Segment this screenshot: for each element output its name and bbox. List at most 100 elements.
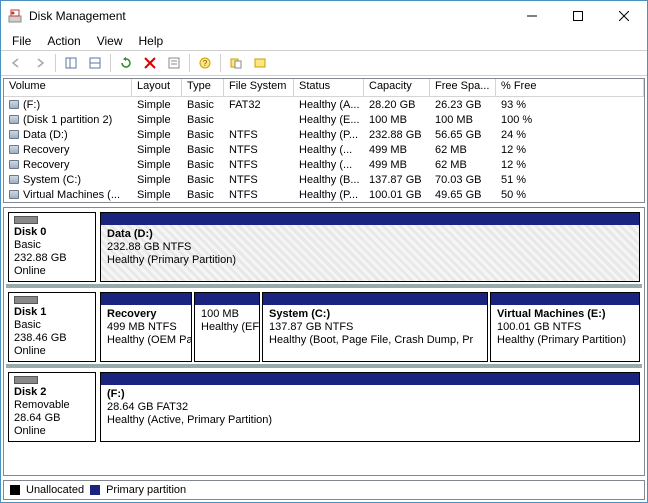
cell-status: Healthy (P... <box>294 187 364 202</box>
partition-name: System (C:) <box>269 308 481 321</box>
disk-label[interactable]: Disk 0Basic232.88 GBOnline <box>8 212 96 282</box>
cell-capacity: 137.87 GB <box>364 172 430 187</box>
cell-free: 26.23 GB <box>430 97 496 112</box>
partition-size: 100.01 GB NTFS <box>497 321 633 334</box>
cell-fs: NTFS <box>224 142 294 157</box>
cell-type: Basic <box>182 127 224 142</box>
cell-fs: NTFS <box>224 172 294 187</box>
disk-status: Online <box>14 265 90 278</box>
partition-body: Data (D:)232.88 GB NTFSHealthy (Primary … <box>101 225 639 281</box>
partition-name: Data (D:) <box>107 228 633 241</box>
partition-status: Healthy (Primary Partition) <box>497 334 633 347</box>
disk-size: 238.46 GB <box>14 332 90 345</box>
volume-icon <box>9 145 19 154</box>
disk-type: Basic <box>14 319 90 332</box>
properties-button[interactable] <box>163 52 185 74</box>
table-row[interactable]: (F:)SimpleBasicFAT32Healthy (A...28.20 G… <box>4 97 644 112</box>
col-pct[interactable]: % Free <box>496 79 644 97</box>
disk-name: Disk 0 <box>14 226 90 239</box>
col-free[interactable]: Free Spa... <box>430 79 496 97</box>
partition-status: Healthy (Active, Primary Partition) <box>107 414 633 427</box>
cell-free: 56.65 GB <box>430 127 496 142</box>
cell-free: 100 MB <box>430 112 496 127</box>
cell-free: 62 MB <box>430 142 496 157</box>
table-row[interactable]: Virtual Machines (...SimpleBasicNTFSHeal… <box>4 187 644 202</box>
cell-status: Healthy (... <box>294 157 364 172</box>
disk-label[interactable]: Disk 1Basic238.46 GBOnline <box>8 292 96 362</box>
volume-name: (F:) <box>23 99 40 111</box>
menu-view[interactable]: View <box>90 33 130 49</box>
toolbar: ? <box>1 50 647 76</box>
action-2-button[interactable] <box>249 52 271 74</box>
col-type[interactable]: Type <box>182 79 224 97</box>
cell-free: 70.03 GB <box>430 172 496 187</box>
menu-action[interactable]: Action <box>40 33 87 49</box>
help-button[interactable]: ? <box>194 52 216 74</box>
table-row[interactable]: (Disk 1 partition 2)SimpleBasicHealthy (… <box>4 112 644 127</box>
volume-name: (Disk 1 partition 2) <box>23 114 112 126</box>
cell-layout: Simple <box>132 157 182 172</box>
partition[interactable]: 100 MBHealthy (EFI Sy <box>194 292 260 362</box>
toolbar-sep <box>220 54 221 72</box>
table-row[interactable]: RecoverySimpleBasicNTFSHealthy (...499 M… <box>4 157 644 172</box>
menu-file[interactable]: File <box>5 33 38 49</box>
partition-status: Healthy (OEM Partit <box>107 334 185 347</box>
refresh-button[interactable] <box>115 52 137 74</box>
toolbar-sep <box>55 54 56 72</box>
partition[interactable]: Data (D:)232.88 GB NTFSHealthy (Primary … <box>100 212 640 282</box>
window-title: Disk Management <box>29 9 509 23</box>
disk-separator[interactable] <box>6 284 642 288</box>
col-volume[interactable]: Volume <box>4 79 132 97</box>
partition-status: Healthy (Boot, Page File, Crash Dump, Pr <box>269 334 481 347</box>
col-status[interactable]: Status <box>294 79 364 97</box>
partition[interactable]: (F:)28.64 GB FAT32Healthy (Active, Prima… <box>100 372 640 442</box>
legend-unallocated-label: Unallocated <box>26 484 84 496</box>
col-capacity[interactable]: Capacity <box>364 79 430 97</box>
cell-pct: 12 % <box>496 142 644 157</box>
partition-size: 28.64 GB FAT32 <box>107 401 633 414</box>
menu-help[interactable]: Help <box>132 33 171 49</box>
table-row[interactable]: Data (D:)SimpleBasicNTFSHealthy (P...232… <box>4 127 644 142</box>
disk-separator[interactable] <box>6 364 642 368</box>
cell-status: Healthy (A... <box>294 97 364 112</box>
volume-icon <box>9 190 19 199</box>
partition-stripe <box>101 293 191 305</box>
disk-size: 232.88 GB <box>14 252 90 265</box>
partition-size: 137.87 GB NTFS <box>269 321 481 334</box>
table-row[interactable]: System (C:)SimpleBasicNTFSHealthy (B...1… <box>4 172 644 187</box>
volume-name: Recovery <box>23 144 69 156</box>
disk-block: Disk 1Basic238.46 GBOnlineRecovery499 MB… <box>8 292 640 362</box>
partition-stripe <box>263 293 487 305</box>
partition[interactable]: System (C:)137.87 GB NTFSHealthy (Boot, … <box>262 292 488 362</box>
maximize-button[interactable] <box>555 1 601 31</box>
svg-text:?: ? <box>203 59 208 68</box>
cell-free: 49.65 GB <box>430 187 496 202</box>
window-root: Disk Management File Action View Help ? … <box>0 0 648 503</box>
minimize-button[interactable] <box>509 1 555 31</box>
delete-button[interactable] <box>139 52 161 74</box>
cell-name: Data (D:) <box>4 127 132 142</box>
volume-name: Data (D:) <box>23 129 68 141</box>
titlebar: Disk Management <box>1 1 647 31</box>
partition[interactable]: Recovery499 MB NTFSHealthy (OEM Partit <box>100 292 192 362</box>
volume-name: System (C:) <box>23 174 81 186</box>
show-hide-tree-button[interactable] <box>60 52 82 74</box>
partition-status: Healthy (EFI Sy <box>201 321 253 334</box>
volume-list: Volume Layout Type File System Status Ca… <box>3 78 645 203</box>
close-button[interactable] <box>601 1 647 31</box>
cell-status: Healthy (... <box>294 142 364 157</box>
back-button[interactable] <box>5 52 27 74</box>
cell-name: Recovery <box>4 142 132 157</box>
disk-label[interactable]: Disk 2Removable28.64 GBOnline <box>8 372 96 442</box>
col-layout[interactable]: Layout <box>132 79 182 97</box>
partition[interactable]: Virtual Machines (E:)100.01 GB NTFSHealt… <box>490 292 640 362</box>
col-fs[interactable]: File System <box>224 79 294 97</box>
action-1-button[interactable] <box>225 52 247 74</box>
volume-icon <box>9 100 19 109</box>
settings-button[interactable] <box>84 52 106 74</box>
table-row[interactable]: RecoverySimpleBasicNTFSHealthy (...499 M… <box>4 142 644 157</box>
partition-body: Virtual Machines (E:)100.01 GB NTFSHealt… <box>491 305 639 361</box>
cell-name: Virtual Machines (... <box>4 187 132 202</box>
cell-pct: 100 % <box>496 112 644 127</box>
forward-button[interactable] <box>29 52 51 74</box>
